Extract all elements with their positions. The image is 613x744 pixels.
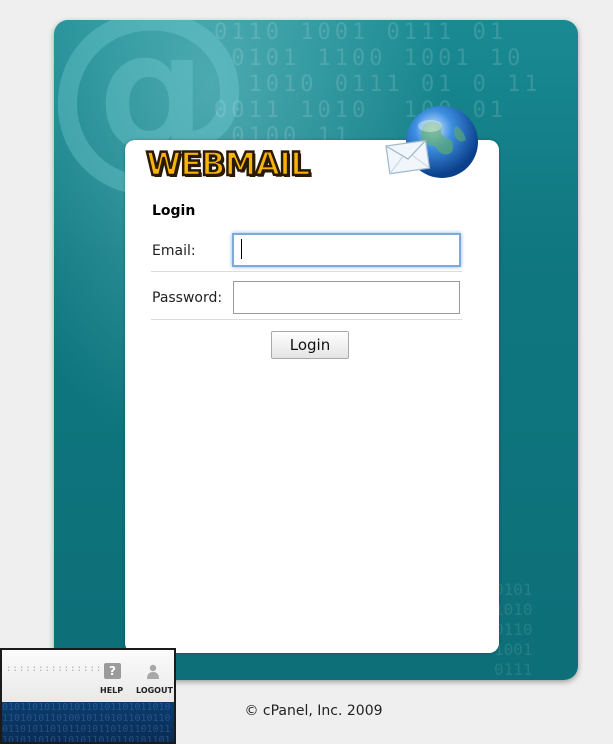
text-caret xyxy=(241,239,242,259)
login-button[interactable]: Login xyxy=(271,331,349,359)
email-label: Email: xyxy=(152,243,196,259)
webmail-logo: WEBMAIL xyxy=(145,144,312,185)
binary-decoration-bottom: 0101 1010 0110 1001 0111 xyxy=(494,580,533,679)
globe-mail-icon xyxy=(384,104,484,194)
help-icon[interactable]: ? xyxy=(104,663,121,679)
email-field[interactable] xyxy=(232,233,461,267)
password-field[interactable] xyxy=(233,281,460,314)
logout-icon[interactable] xyxy=(146,664,160,680)
row-divider xyxy=(151,319,462,320)
binary-strip-decoration: 0101101011010110101101011010 11010101101… xyxy=(2,702,174,742)
logout-link[interactable]: LOGOUT xyxy=(136,686,173,695)
toolbar-bar: :::::::::::::::::: ? HELP LOGOUT xyxy=(2,650,174,702)
cpanel-toolbar-thumbnail: :::::::::::::::::: ? HELP LOGOUT 0101101… xyxy=(0,648,176,744)
row-divider xyxy=(151,271,462,272)
password-label: Password: xyxy=(152,290,223,306)
help-link[interactable]: HELP xyxy=(100,686,123,695)
login-heading: Login xyxy=(152,203,196,219)
